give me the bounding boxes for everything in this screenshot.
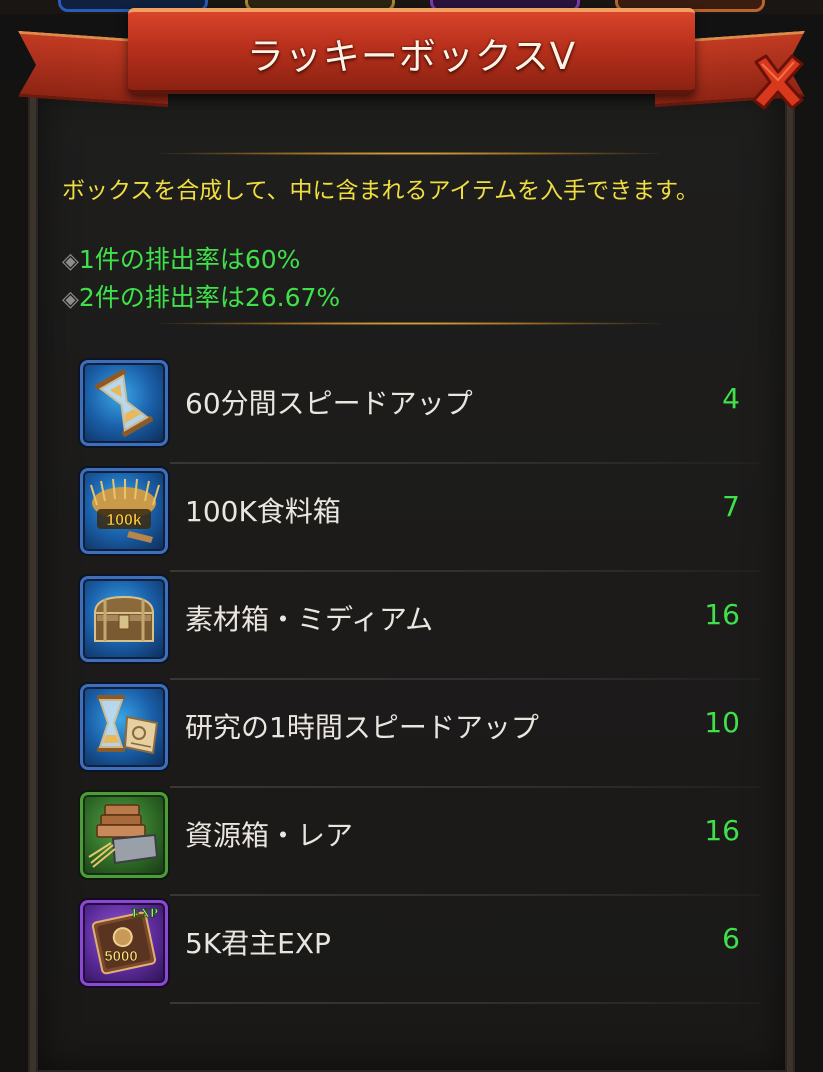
- item-icon-frame: [80, 576, 168, 662]
- item-name: 100K食料箱: [185, 495, 341, 528]
- rate-line-1: ◈1件の排出率は60%: [62, 240, 300, 276]
- item-count: 6: [722, 922, 740, 955]
- list-item: EXP 5000 5K君主EXP 6: [80, 896, 760, 1004]
- item-count: 16: [704, 598, 740, 631]
- item-name: 研究の1時間スピードアップ: [185, 711, 539, 744]
- item-name: 資源箱・レア: [185, 819, 354, 852]
- panel-border-left: [0, 80, 30, 1072]
- list-item: 60分間スピードアップ 4: [80, 356, 760, 464]
- item-name: 5K君主EXP: [185, 927, 331, 960]
- resource-crate-icon: [88, 804, 159, 868]
- list-item: 研究の1時間スピードアップ 10: [80, 680, 760, 788]
- ornament-divider-top: [160, 152, 660, 155]
- ornament-divider-middle: [160, 322, 660, 325]
- item-badge-top: EXP: [132, 905, 158, 920]
- rate-value-2: 26.67%: [244, 283, 341, 312]
- item-name: 60分間スピードアップ: [185, 387, 473, 420]
- item-count: 7: [722, 490, 740, 523]
- rate-label-2: 2件の排出率は: [78, 283, 245, 312]
- close-button[interactable]: [748, 52, 808, 112]
- item-icon-frame: [80, 684, 168, 770]
- item-name: 素材箱・ミディアム: [185, 603, 434, 636]
- item-icon-frame: 100k: [80, 468, 168, 554]
- item-badge: 5000: [104, 948, 137, 965]
- list-item: 資源箱・レア 16: [80, 788, 760, 896]
- item-count: 4: [722, 382, 740, 415]
- rate-value-1: 60%: [244, 245, 301, 274]
- research-hourglass-icon: [97, 695, 159, 755]
- treasure-chest-icon: [93, 595, 155, 642]
- item-count: 16: [704, 814, 740, 847]
- panel-border-right: [793, 80, 823, 1072]
- list-item: 素材箱・ミディアム 16: [80, 572, 760, 680]
- item-count: 10: [704, 706, 740, 739]
- close-x-icon: [752, 54, 804, 110]
- diamond-bullet-icon: ◈: [62, 287, 79, 312]
- description-text: ボックスを合成して、中に含まれるアイテムを入手できます。: [62, 178, 699, 204]
- hourglass-icon: [95, 369, 153, 437]
- rate-label-1: 1件の排出率は: [78, 245, 245, 274]
- list-separator: [170, 1002, 760, 1004]
- diamond-bullet-icon: ◈: [62, 249, 79, 274]
- dialog-title: ラッキーボックスV: [246, 35, 577, 78]
- item-icon-frame: [80, 792, 168, 878]
- rate-line-2: ◈2件の排出率は26.67%: [62, 278, 340, 314]
- wheat-food-icon: 100k: [90, 478, 160, 543]
- item-icon-frame: EXP 5000: [80, 900, 168, 986]
- list-item: 100k 100K食料箱 7: [80, 464, 760, 572]
- item-badge: 100k: [106, 512, 142, 529]
- exp-book-icon: EXP 5000: [91, 905, 158, 975]
- item-icon-frame: [80, 360, 168, 446]
